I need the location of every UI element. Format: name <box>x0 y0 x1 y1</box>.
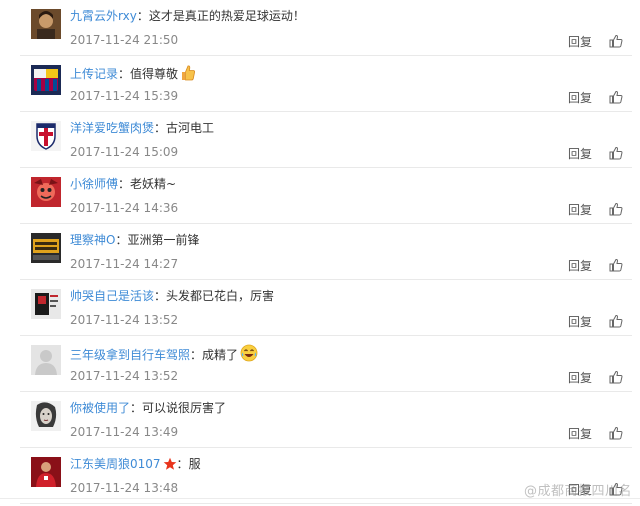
comment-item: 九霄云外rxy：这才是真正的热爱足球运动！ 2017-11-24 21:50 回… <box>20 0 632 56</box>
timestamp: 2017-11-24 13:52 <box>70 369 179 383</box>
user-avatar[interactable] <box>31 457 61 487</box>
timestamp: 2017-11-24 15:09 <box>70 145 179 159</box>
like-icon[interactable] <box>609 370 623 384</box>
username-link[interactable]: 理察神O <box>70 233 115 247</box>
separator: ： <box>118 177 131 191</box>
comment-text: 成精了 <box>202 348 239 362</box>
separator: ： <box>154 121 167 135</box>
reply-button[interactable]: 回复 <box>568 35 592 49</box>
comment-text: 服 <box>188 457 201 471</box>
comment-text: 老妖精~ <box>130 177 177 191</box>
thumbs-up-emoji-icon <box>180 64 196 85</box>
reply-button[interactable]: 回复 <box>568 91 592 105</box>
timestamp: 2017-11-24 21:50 <box>70 33 179 47</box>
separator: ： <box>130 401 143 415</box>
badge-icon <box>31 233 61 263</box>
reply-button[interactable]: 回复 <box>568 259 592 273</box>
username-link[interactable]: 洋洋爱吃蟹肉煲 <box>70 121 154 135</box>
username-link[interactable]: 你被使用了 <box>70 401 130 415</box>
comment-line: 洋洋爱吃蟹肉煲：古河电工 <box>70 120 214 136</box>
like-icon[interactable] <box>609 90 623 104</box>
user-avatar[interactable] <box>31 177 61 207</box>
comment-line: 帅哭自己是活该：头发都已花白，厉害 <box>70 288 274 304</box>
comment-text: 古河电工 <box>166 121 215 135</box>
user-avatar[interactable] <box>31 289 61 319</box>
comment-item: 理察神O：亚洲第一前锋 2017-11-24 14:27 回复 <box>20 224 632 280</box>
timestamp: 2017-11-24 15:39 <box>70 89 179 103</box>
username-link[interactable]: 帅哭自己是活该 <box>70 289 154 303</box>
separator: ： <box>154 289 167 303</box>
like-icon[interactable] <box>609 426 623 440</box>
reply-button[interactable]: 回复 <box>568 315 592 329</box>
comment-item: 三年级拿到自行车驾照：成精了 2017-11-24 13:52 回复 <box>20 336 632 392</box>
comment-line: 上传记录：值得尊敬 <box>70 64 196 85</box>
comment-line: 理察神O：亚洲第一前锋 <box>70 232 199 248</box>
like-icon[interactable] <box>609 258 623 272</box>
comment-item: 洋洋爱吃蟹肉煲：古河电工 2017-11-24 15:09 回复 <box>20 112 632 168</box>
sketch-face-icon <box>31 401 61 431</box>
username-link[interactable]: 三年级拿到自行车驾照 <box>70 348 190 362</box>
red-team-icon <box>31 457 61 487</box>
like-icon[interactable] <box>609 314 623 328</box>
username-link[interactable]: 小徐师傅 <box>70 177 118 191</box>
star-badge-icon <box>163 457 177 475</box>
comment-text: 可以说很厉害了 <box>142 401 227 415</box>
timestamp: 2017-11-24 13:49 <box>70 425 179 439</box>
username-link[interactable]: 九霄云外rxy <box>70 9 137 23</box>
timestamp: 2017-11-24 14:36 <box>70 201 179 215</box>
comment-text: 亚洲第一前锋 <box>127 233 200 247</box>
separator: ： <box>118 67 131 81</box>
comment-line: 三年级拿到自行车驾照：成精了 <box>70 344 258 366</box>
portrait-icon <box>31 9 61 39</box>
laughing-emoji-icon <box>240 344 258 366</box>
comment-item: 小徐师傅：老妖精~ 2017-11-24 14:36 回复 <box>20 168 632 224</box>
comment-line: 江东美周狼0107 ：服 <box>70 456 201 475</box>
username-link[interactable]: 江东美周狼0107 <box>70 457 161 471</box>
comment-text: 头发都已花白，厉害 <box>166 289 275 303</box>
comment-line: 你被使用了：可以说很厉害了 <box>70 400 226 416</box>
user-avatar[interactable] <box>31 121 61 151</box>
red-cartoon-icon <box>31 177 61 207</box>
like-icon[interactable] <box>609 202 623 216</box>
watermark: @成都商报四川名 <box>523 484 632 499</box>
reply-button[interactable]: 回复 <box>568 203 592 217</box>
separator: ： <box>176 457 189 471</box>
comment-text: 值得尊敬 <box>130 67 179 81</box>
reply-button[interactable]: 回复 <box>568 371 592 385</box>
england-crest-icon <box>31 121 61 151</box>
like-icon[interactable] <box>609 146 623 160</box>
like-icon[interactable] <box>609 34 623 48</box>
comment-line: 小徐师傅：老妖精~ <box>70 176 176 192</box>
username-link[interactable]: 上传记录 <box>70 67 118 81</box>
user-avatar[interactable] <box>31 65 61 95</box>
poster-icon <box>31 289 61 319</box>
user-avatar[interactable] <box>31 9 61 39</box>
comment-page: 九霄云外rxy：这才是真正的热爱足球运动！ 2017-11-24 21:50 回… <box>0 0 640 506</box>
timestamp: 2017-11-24 13:48 <box>70 481 179 495</box>
reply-button[interactable]: 回复 <box>568 147 592 161</box>
timestamp: 2017-11-24 13:52 <box>70 313 179 327</box>
separator: ： <box>190 348 203 362</box>
comment-item: 你被使用了：可以说很厉害了 2017-11-24 13:49 回复 <box>20 392 632 448</box>
timestamp: 2017-11-24 14:27 <box>70 257 179 271</box>
reply-button[interactable]: 回复 <box>568 427 592 441</box>
user-avatar[interactable] <box>31 401 61 431</box>
separator: ： <box>136 9 149 23</box>
comment-item: 上传记录：值得尊敬 2017-11-24 15:39 回复 <box>20 56 632 112</box>
default-avatar-icon <box>31 345 61 375</box>
comment-text: 这才是真正的热爱足球运动！ <box>148 9 305 23</box>
user-avatar[interactable] <box>31 345 61 375</box>
separator: ： <box>115 233 128 247</box>
comment-item: 帅哭自己是活该：头发都已花白，厉害 2017-11-24 13:52 回复 <box>20 280 632 336</box>
barcelona-crest-icon <box>31 65 61 95</box>
user-avatar[interactable] <box>31 233 61 263</box>
comment-line: 九霄云外rxy：这才是真正的热爱足球运动！ <box>70 8 305 24</box>
comment-list: 九霄云外rxy：这才是真正的热爱足球运动！ 2017-11-24 21:50 回… <box>20 0 632 504</box>
